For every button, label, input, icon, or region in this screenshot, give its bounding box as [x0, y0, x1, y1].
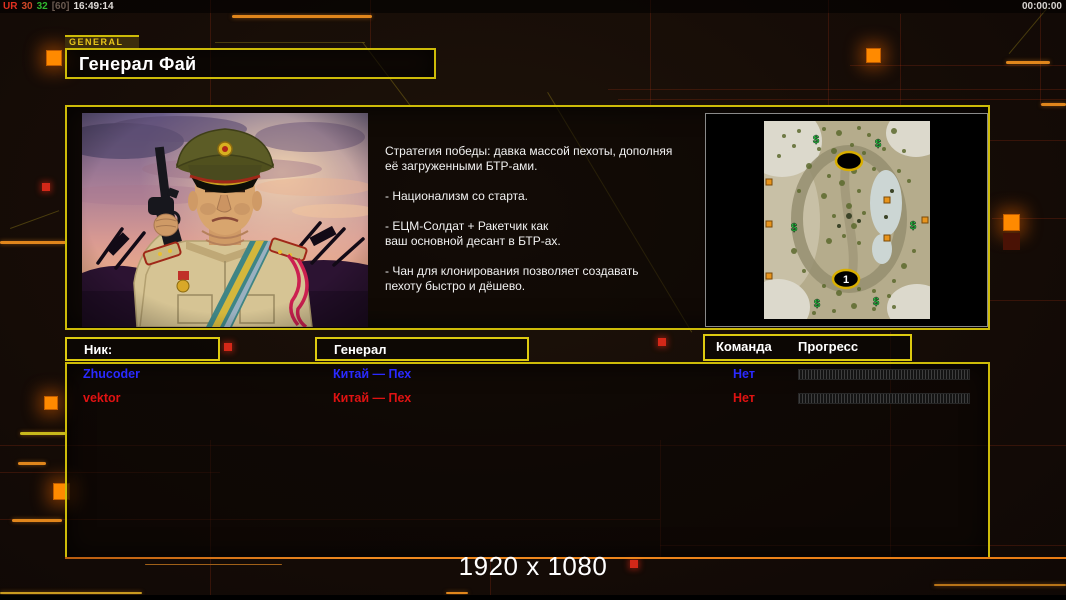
game-screen: UR 30 32 [60] 16:49:14 00:00:00 GENERAL Гене… — [0, 0, 1066, 600]
minimap: $ $ $ $ $ $ 1 — [763, 121, 930, 319]
debug-fps: 30 — [21, 1, 33, 12]
strategy-text: Стратегия победы: давка массой пехоты, д… — [385, 144, 693, 309]
progress-header-label: Прогресс — [798, 339, 859, 354]
nick-header-label: Ник: — [84, 342, 113, 357]
column-header-nick: Ник: — [65, 337, 220, 361]
debug-stats: UR 30 32 [60] 16:49:14 — [3, 1, 118, 12]
tab-general[interactable]: GENERAL — [65, 35, 139, 48]
strategy-paragraph: - Чан для клонирования позволяет создава… — [385, 264, 639, 293]
player-nick: vektor — [83, 391, 121, 405]
svg-text:$: $ — [909, 220, 915, 232]
player-row: vektor Китай — Пех Нет — [67, 391, 988, 409]
player-list-panel: Zhucoder Китай — Пех Нет vektor Китай — … — [65, 362, 990, 557]
player-general: Китай — Пех — [333, 391, 412, 405]
general-portrait — [60, 113, 376, 329]
top-status-strip — [0, 0, 1066, 13]
general-name: Генерал Фай — [79, 54, 197, 74]
debug-latency: 32 — [36, 1, 48, 12]
player-general: Китай — Пех — [333, 367, 412, 381]
svg-text:$: $ — [872, 296, 878, 308]
strategy-paragraph: - ЕЦМ-Солдат + Ракетчик как ваш основной… — [385, 219, 561, 248]
progress-bar — [798, 393, 970, 404]
bottom-black-bar — [0, 595, 1066, 600]
player-team: Нет — [733, 367, 755, 381]
debug-cap: [60] — [51, 1, 70, 12]
svg-text:$: $ — [874, 138, 880, 150]
match-timer: 00:00:00 — [1021, 1, 1062, 12]
general-info-panel: Стратегия победы: давка массой пехоты, д… — [60, 105, 990, 330]
resolution-label: 1920 x 1080 — [458, 551, 608, 581]
strategy-paragraph: Стратегия победы: давка массой пехоты, д… — [385, 144, 673, 173]
svg-text:$: $ — [812, 134, 818, 146]
minimap-container: $ $ $ $ $ $ 1 — [705, 113, 988, 327]
general-portrait-art — [60, 113, 376, 329]
column-header-general: Генерал — [315, 337, 529, 361]
progress-bar — [798, 369, 970, 380]
general-header-label: Генерал — [334, 342, 387, 357]
column-header-team-progress: Команда Прогресс — [703, 334, 912, 361]
player-team: Нет — [733, 391, 755, 405]
team-header-label: Команда — [716, 339, 772, 354]
svg-text:1: 1 — [842, 274, 848, 286]
general-title-box: Генерал Фай — [65, 48, 436, 79]
svg-text:$: $ — [790, 222, 796, 234]
start-position-top — [834, 150, 863, 172]
svg-text:$: $ — [813, 298, 819, 310]
debug-clock: 16:49:14 — [73, 1, 114, 12]
player-row: Zhucoder Китай — Пех Нет — [67, 367, 988, 385]
strategy-paragraph: - Национализм со старта. — [385, 189, 528, 203]
debug-ur: UR — [3, 1, 18, 12]
start-position-1: 1 — [831, 268, 860, 290]
player-nick: Zhucoder — [83, 367, 140, 381]
